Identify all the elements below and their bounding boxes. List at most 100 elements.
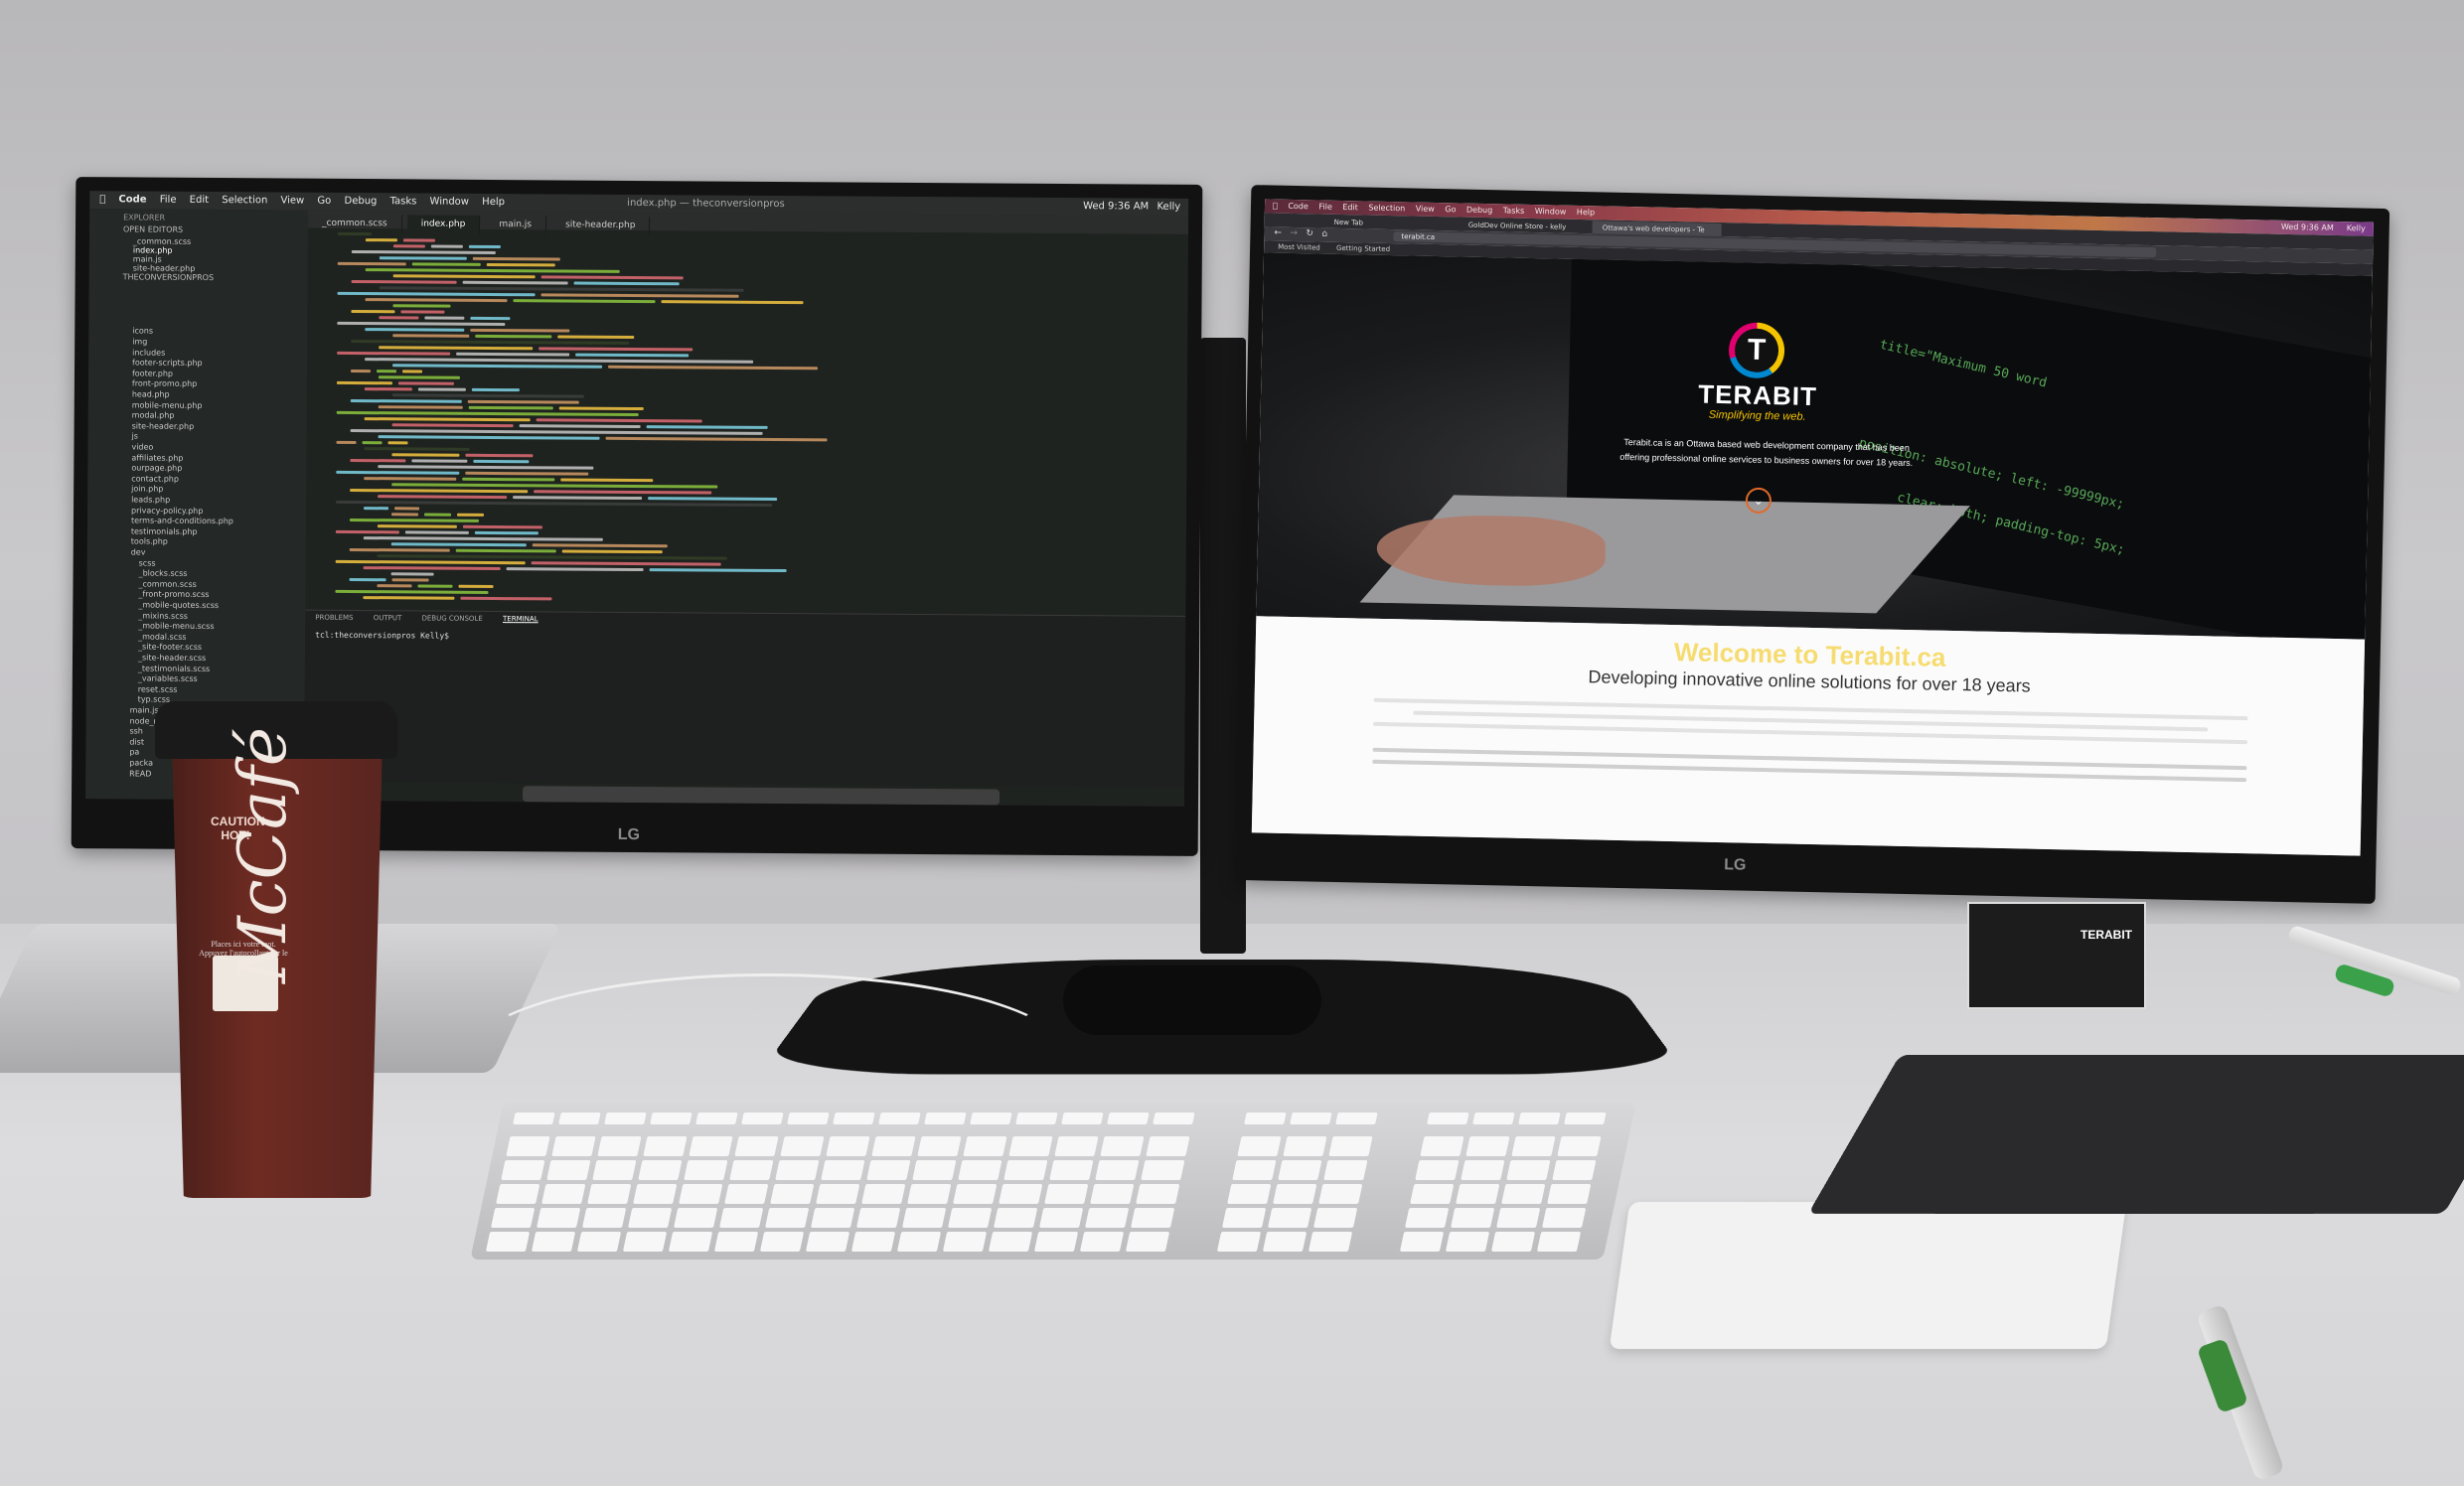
keyboard-key[interactable] bbox=[1536, 1232, 1582, 1252]
keyboard-key[interactable] bbox=[1427, 1113, 1469, 1124]
explorer-file-item[interactable]: reset.scss bbox=[138, 684, 178, 693]
menu-go[interactable]: Go bbox=[317, 193, 331, 211]
explorer-file-item[interactable]: terms-and-conditions.php bbox=[131, 517, 233, 526]
keyboard-key[interactable] bbox=[506, 1136, 550, 1156]
macos-dock[interactable] bbox=[522, 786, 1001, 806]
keyboard-key[interactable] bbox=[1100, 1136, 1145, 1156]
keyboard-key[interactable] bbox=[546, 1160, 591, 1180]
menu-code[interactable]: Code bbox=[118, 191, 146, 209]
keyboard-key[interactable] bbox=[719, 1208, 764, 1228]
explorer-file-item[interactable]: _site-header.scss bbox=[138, 653, 206, 662]
keyboard-key[interactable] bbox=[833, 1113, 875, 1124]
keyboard-key[interactable] bbox=[1323, 1160, 1368, 1180]
keyboard-key[interactable] bbox=[531, 1232, 576, 1252]
keyboard-key[interactable] bbox=[541, 1184, 586, 1204]
keyboard-key[interactable] bbox=[1039, 1208, 1084, 1228]
keyboard-key[interactable] bbox=[633, 1184, 678, 1204]
keyboard-key[interactable] bbox=[1405, 1208, 1450, 1228]
keyboard-key[interactable] bbox=[1141, 1160, 1185, 1180]
explorer-file-item[interactable]: site-header.php bbox=[132, 421, 195, 430]
menu-debug-r[interactable]: Debug bbox=[1466, 204, 1493, 219]
project-header[interactable]: THECONVERSIONPROS bbox=[123, 272, 214, 282]
keyboard-key[interactable] bbox=[643, 1136, 688, 1156]
keyboard-key[interactable] bbox=[679, 1184, 723, 1204]
menu-view[interactable]: View bbox=[280, 192, 304, 210]
panel-tab-terminal[interactable]: TERMINAL bbox=[503, 615, 539, 623]
explorer-file-item[interactable]: dist bbox=[129, 737, 144, 746]
keyboard-key[interactable] bbox=[1328, 1136, 1373, 1156]
keyboard-key[interactable] bbox=[805, 1232, 850, 1252]
keyboard-key[interactable] bbox=[668, 1232, 713, 1252]
explorer-file-item[interactable]: _front-promo.scss bbox=[138, 590, 209, 599]
keyboard-key[interactable] bbox=[1461, 1160, 1505, 1180]
explorer-file-item[interactable]: img bbox=[132, 337, 147, 346]
explorer-file-item[interactable]: packa bbox=[129, 758, 153, 767]
keyboard-key[interactable] bbox=[713, 1232, 759, 1252]
explorer-file-item[interactable]: _common.scss bbox=[133, 236, 191, 245]
menu-debug[interactable]: Debug bbox=[344, 193, 377, 211]
apple-icon[interactable]:  bbox=[99, 191, 105, 209]
explorer-file-item[interactable]: leads.php bbox=[131, 495, 170, 504]
keyboard-key[interactable] bbox=[558, 1113, 601, 1124]
keyboard-key[interactable] bbox=[1415, 1160, 1460, 1180]
keyboard-key[interactable] bbox=[1511, 1136, 1556, 1156]
menu-tasks-r[interactable]: Tasks bbox=[1503, 204, 1525, 218]
menu-view-r[interactable]: View bbox=[1416, 203, 1435, 217]
keyboard-key[interactable] bbox=[850, 1232, 896, 1252]
keyboard-key[interactable] bbox=[958, 1160, 1002, 1180]
bookmark-most-visited[interactable]: Most Visited bbox=[1278, 243, 1320, 252]
keyboard-key[interactable] bbox=[501, 1160, 545, 1180]
keyboard-key[interactable] bbox=[1085, 1208, 1130, 1228]
explorer-file-item[interactable]: includes bbox=[132, 348, 165, 357]
menu-selection[interactable]: Selection bbox=[222, 192, 267, 210]
explorer-file-item[interactable]: scss bbox=[139, 558, 156, 567]
keyboard-key[interactable] bbox=[1456, 1184, 1500, 1204]
keyboard-key[interactable] bbox=[1054, 1136, 1099, 1156]
keyboard-key[interactable] bbox=[1273, 1184, 1317, 1204]
keyboard-key[interactable] bbox=[942, 1232, 988, 1252]
keyboard-key[interactable] bbox=[1227, 1184, 1272, 1204]
keyboard-key[interactable] bbox=[953, 1184, 998, 1204]
keyboard-key[interactable] bbox=[537, 1208, 581, 1228]
keyboard-key[interactable] bbox=[1216, 1232, 1262, 1252]
keyboard-key[interactable] bbox=[1564, 1113, 1607, 1124]
keyboard-key[interactable] bbox=[896, 1232, 942, 1252]
menu-help-r[interactable]: Help bbox=[1577, 206, 1596, 220]
keyboard-key[interactable] bbox=[1061, 1113, 1104, 1124]
keyboard-key[interactable] bbox=[513, 1113, 555, 1124]
keyboard-key[interactable] bbox=[1136, 1184, 1180, 1204]
code-area[interactable] bbox=[315, 231, 1133, 616]
explorer-file-item[interactable]: ssh bbox=[129, 727, 142, 736]
keyboard-key[interactable] bbox=[734, 1136, 779, 1156]
keyboard-key[interactable] bbox=[1015, 1113, 1058, 1124]
keyboard-key[interactable] bbox=[759, 1232, 805, 1252]
keyboard-key[interactable] bbox=[1107, 1113, 1150, 1124]
bookmark-getting-started[interactable]: Getting Started bbox=[1336, 244, 1390, 253]
keyboard-key[interactable] bbox=[650, 1113, 693, 1124]
keyboard[interactable] bbox=[470, 1103, 1636, 1260]
keyboard-key[interactable] bbox=[1290, 1113, 1332, 1124]
keyboard-key[interactable] bbox=[1244, 1113, 1287, 1124]
explorer-file-item[interactable]: tools.php bbox=[131, 537, 168, 546]
explorer-file-item[interactable]: _blocks.scss bbox=[139, 569, 188, 578]
menubar-clock-r[interactable]: Wed 9:36 AM bbox=[2281, 221, 2334, 235]
keyboard-key[interactable] bbox=[1318, 1184, 1363, 1204]
keyboard-key[interactable] bbox=[724, 1184, 769, 1204]
keyboard-key[interactable] bbox=[689, 1136, 733, 1156]
keyboard-key[interactable] bbox=[826, 1136, 870, 1156]
menu-go-r[interactable]: Go bbox=[1445, 203, 1456, 217]
back-icon[interactable]: ← bbox=[1274, 228, 1282, 238]
open-editors-header[interactable]: OPEN EDITORS bbox=[123, 224, 183, 233]
explorer-file-item[interactable]: js bbox=[132, 432, 138, 441]
explorer-file-item[interactable]: pa bbox=[129, 748, 139, 757]
keyboard-key[interactable] bbox=[1496, 1208, 1541, 1228]
keyboard-key[interactable] bbox=[999, 1184, 1043, 1204]
keyboard-key[interactable] bbox=[1490, 1232, 1536, 1252]
keyboard-key[interactable] bbox=[1008, 1136, 1053, 1156]
panel-tab-debug-console[interactable]: DEBUG CONSOLE bbox=[421, 614, 482, 622]
keyboard-key[interactable] bbox=[1472, 1113, 1515, 1124]
keyboard-key[interactable] bbox=[1283, 1136, 1327, 1156]
trackpad[interactable] bbox=[1609, 1202, 2127, 1349]
keyboard-key[interactable] bbox=[970, 1113, 1012, 1124]
explorer-file-item[interactable]: main.js bbox=[130, 705, 159, 714]
